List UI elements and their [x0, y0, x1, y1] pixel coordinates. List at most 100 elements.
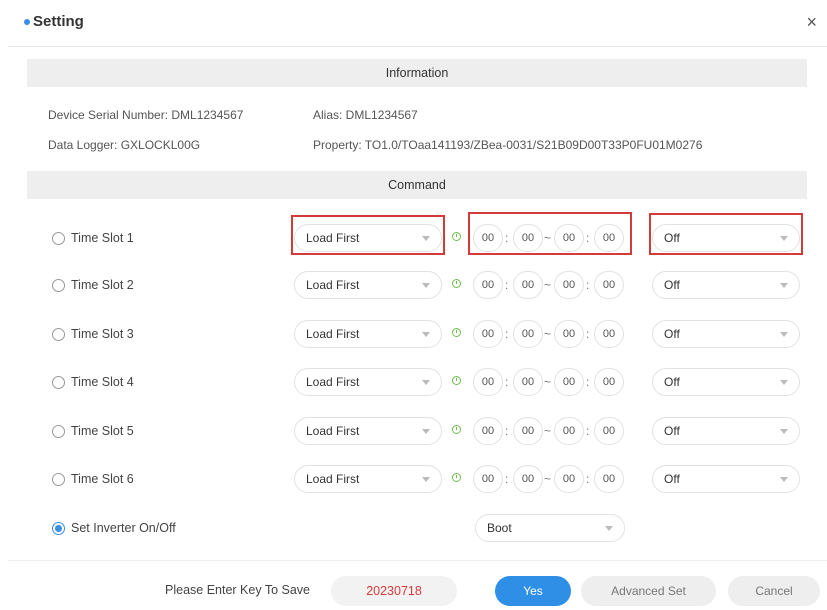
- dropdown-caret-icon: [422, 332, 430, 337]
- inverter-select[interactable]: Boot: [475, 514, 625, 542]
- advanced-set-button[interactable]: Advanced Set: [581, 576, 716, 606]
- time-colon: :: [505, 375, 509, 389]
- key-input[interactable]: 20230718: [331, 576, 457, 606]
- state-select-value: Off: [664, 278, 680, 292]
- state-select[interactable]: Off: [652, 417, 800, 445]
- dropdown-caret-icon: [780, 283, 788, 288]
- start-hour-input[interactable]: 00: [473, 368, 503, 396]
- time-slot-radio[interactable]: Time Slot 5: [52, 421, 252, 441]
- state-select[interactable]: Off: [652, 465, 800, 493]
- end-hour-input[interactable]: 00: [554, 368, 584, 396]
- start-hour-input[interactable]: 00: [473, 465, 503, 493]
- time-colon: :: [586, 278, 590, 292]
- time-slot-label: Time Slot 6: [71, 472, 134, 486]
- clock-icon: [452, 473, 461, 482]
- key-label: Please Enter Key To Save: [165, 583, 310, 597]
- end-hour-input[interactable]: 00: [554, 224, 584, 252]
- radio-icon: [52, 231, 65, 245]
- start-minute-input[interactable]: 00: [513, 320, 543, 348]
- dropdown-caret-icon: [780, 380, 788, 385]
- end-minute-input[interactable]: 00: [594, 320, 624, 348]
- state-select[interactable]: Off: [652, 271, 800, 299]
- end-hour-input[interactable]: 00: [554, 320, 584, 348]
- yes-button[interactable]: Yes: [495, 576, 571, 606]
- radio-icon: [52, 472, 65, 486]
- dropdown-caret-icon: [422, 429, 430, 434]
- time-dash: ~: [544, 327, 552, 341]
- time-dash: ~: [544, 278, 552, 292]
- information-header: Information: [27, 59, 807, 87]
- alias-text: Alias: DML1234567: [313, 108, 418, 122]
- start-hour-input[interactable]: 00: [473, 417, 503, 445]
- inverter-radio[interactable]: Set Inverter On/Off: [52, 518, 252, 538]
- time-dash: ~: [544, 424, 552, 438]
- mode-select[interactable]: Load First: [294, 271, 442, 299]
- radio-icon: [52, 278, 65, 292]
- mode-select-value: Load First: [306, 278, 360, 292]
- state-select-value: Off: [664, 327, 680, 341]
- time-colon: :: [505, 327, 509, 341]
- close-icon[interactable]: ×: [806, 13, 817, 31]
- cancel-button[interactable]: Cancel: [728, 576, 820, 606]
- dropdown-caret-icon: [780, 332, 788, 337]
- state-select[interactable]: Off: [652, 368, 800, 396]
- start-hour-input[interactable]: 00: [473, 224, 503, 252]
- start-minute-input[interactable]: 00: [513, 417, 543, 445]
- state-select-value: Off: [664, 472, 680, 486]
- dropdown-caret-icon: [780, 236, 788, 241]
- start-minute-input[interactable]: 00: [513, 271, 543, 299]
- mode-select-value: Load First: [306, 424, 360, 438]
- clock-icon: [452, 279, 461, 288]
- end-minute-input[interactable]: 00: [594, 271, 624, 299]
- mode-select[interactable]: Load First: [294, 320, 442, 348]
- radio-icon: [52, 521, 65, 535]
- clock-icon: [452, 232, 461, 241]
- end-hour-input[interactable]: 00: [554, 271, 584, 299]
- command-header: Command: [27, 171, 807, 199]
- mode-select[interactable]: Load First: [294, 417, 442, 445]
- start-hour-input[interactable]: 00: [473, 271, 503, 299]
- time-slot-radio[interactable]: Time Slot 1: [52, 228, 252, 248]
- dialog-titlebar: Setting ×: [0, 0, 827, 46]
- time-slot-radio[interactable]: Time Slot 2: [52, 275, 252, 295]
- end-hour-input[interactable]: 00: [554, 465, 584, 493]
- start-minute-input[interactable]: 00: [513, 465, 543, 493]
- state-select-value: Off: [664, 375, 680, 389]
- mode-select[interactable]: Load First: [294, 224, 442, 252]
- start-hour-input[interactable]: 00: [473, 320, 503, 348]
- time-dash: ~: [544, 375, 552, 389]
- dropdown-caret-icon: [422, 380, 430, 385]
- time-colon: :: [586, 472, 590, 486]
- time-dash: ~: [544, 231, 552, 245]
- state-select[interactable]: Off: [652, 320, 800, 348]
- time-slot-radio[interactable]: Time Slot 4: [52, 372, 252, 392]
- mode-select[interactable]: Load First: [294, 465, 442, 493]
- time-slot-label: Time Slot 2: [71, 278, 134, 292]
- device-serial-text: Device Serial Number: DML1234567: [48, 108, 244, 122]
- start-minute-input[interactable]: 00: [513, 368, 543, 396]
- mode-select-value: Load First: [306, 327, 360, 341]
- state-select[interactable]: Off: [652, 224, 800, 252]
- dropdown-caret-icon: [422, 236, 430, 241]
- footer-divider: [8, 560, 827, 561]
- time-slot-radio[interactable]: Time Slot 3: [52, 324, 252, 344]
- mode-select-value: Load First: [306, 472, 360, 486]
- dialog-title: Setting: [33, 13, 84, 30]
- start-minute-input[interactable]: 00: [513, 224, 543, 252]
- clock-icon: [452, 425, 461, 434]
- end-hour-input[interactable]: 00: [554, 417, 584, 445]
- time-slot-label: Time Slot 4: [71, 375, 134, 389]
- radio-icon: [52, 375, 65, 389]
- time-colon: :: [586, 327, 590, 341]
- end-minute-input[interactable]: 00: [594, 368, 624, 396]
- dropdown-caret-icon: [780, 429, 788, 434]
- data-logger-text: Data Logger: GXLOCKL00G: [48, 138, 201, 152]
- end-minute-input[interactable]: 00: [594, 417, 624, 445]
- end-minute-input[interactable]: 00: [594, 224, 624, 252]
- time-slot-label: Time Slot 1: [71, 231, 134, 245]
- time-slot-radio[interactable]: Time Slot 6: [52, 469, 252, 489]
- property-text: Property: TO1.0/TOaa141193/ZBea-0031/S21…: [313, 138, 703, 152]
- end-minute-input[interactable]: 00: [594, 465, 624, 493]
- dropdown-caret-icon: [422, 283, 430, 288]
- mode-select[interactable]: Load First: [294, 368, 442, 396]
